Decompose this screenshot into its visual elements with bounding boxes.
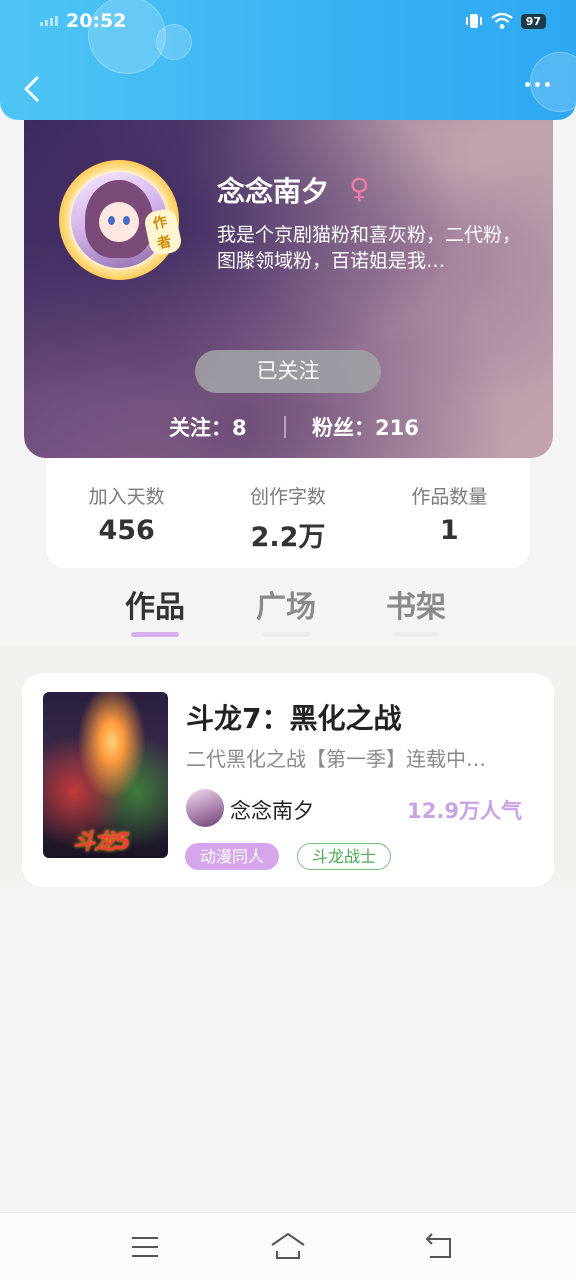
stat-label: 创作字数 — [249, 486, 326, 508]
book-author[interactable]: 念念南夕 — [230, 795, 314, 825]
stat-works-count: 作品数量 1 — [369, 458, 530, 568]
menu-icon[interactable] — [127, 1229, 163, 1265]
status-bar: 20:52 97 — [0, 0, 576, 44]
tab-indicator — [392, 632, 440, 637]
stat-label: 作品数量 — [411, 486, 488, 508]
status-time: 20:52 — [66, 10, 127, 32]
author-avatar[interactable] — [186, 789, 224, 827]
book-cover[interactable]: 斗龙5 — [43, 692, 168, 858]
avatar-frame: 作者 — [59, 160, 184, 280]
popularity-count: 12.9万人气 — [407, 799, 522, 823]
stat-value: 456 — [98, 515, 155, 546]
back-nav-icon[interactable] — [422, 1229, 458, 1265]
stat-join-days: 加入天数 456 — [46, 458, 207, 568]
stat-value: 1 — [439, 515, 459, 546]
works-list: 斗龙5 斗龙7：黑化之战 二代黑化之战【第一季】连载中… 念念南夕 12.9万人… — [0, 646, 576, 887]
signal-icon — [40, 16, 58, 26]
profile-bio: 我是个京剧猫粉和喜灰粉，二代粉，图滕领域粉，百诺姐是我… — [217, 224, 522, 272]
battery-indicator: 97 — [520, 13, 546, 29]
following-count[interactable]: 关注：8 — [169, 412, 247, 442]
stat-word-count: 创作字数 2.2万 — [207, 458, 368, 568]
book-description: 二代黑化之战【第一季】连载中… — [186, 747, 486, 771]
tab-label: 作品 — [125, 590, 185, 625]
home-icon[interactable] — [270, 1229, 306, 1265]
system-nav-bar — [0, 1212, 576, 1280]
tag-anime-fanfic[interactable]: 动漫同人 — [185, 843, 280, 870]
stat-value: 2.2万 — [250, 522, 326, 553]
tab-indicator — [262, 632, 310, 637]
tab-bookshelf[interactable]: 书架 — [386, 582, 446, 637]
tag-dragon-warrior[interactable]: 斗龙战士 — [297, 843, 392, 870]
tab-bar: 作品 广场 书架 — [0, 580, 576, 646]
tab-square[interactable]: 广场 — [256, 582, 316, 637]
book-card[interactable]: 斗龙5 斗龙7：黑化之战 二代黑化之战【第一季】连载中… 念念南夕 12.9万人… — [22, 673, 554, 887]
tab-label: 广场 — [256, 590, 316, 625]
stat-label: 加入天数 — [88, 486, 165, 508]
tab-works[interactable]: 作品 — [125, 582, 185, 637]
book-title[interactable]: 斗龙7：黑化之战 — [186, 697, 401, 737]
fans-count[interactable]: 粉丝：216 — [312, 412, 419, 442]
stats-panel: 加入天数 456 创作字数 2.2万 作品数量 1 — [46, 458, 530, 568]
chevron-left-icon[interactable] — [18, 74, 48, 104]
female-icon: ♀ — [349, 172, 370, 205]
top-header: 20:52 97 — [0, 0, 576, 120]
cover-logo: 斗龙5 — [73, 830, 130, 855]
tab-indicator — [131, 632, 179, 637]
profile-card: 作者 念念南夕 ♀ 我是个京剧猫粉和喜灰粉，二代粉，图滕领域粉，百诺姐是我… 已… — [24, 120, 553, 458]
tab-label: 书架 — [386, 590, 446, 625]
follow-button[interactable]: 已关注 — [195, 350, 381, 393]
more-dots-icon[interactable] — [525, 82, 550, 87]
profile-username: 念念南夕 — [217, 175, 330, 208]
wifi-icon — [490, 12, 513, 29]
vibrate-icon — [465, 14, 482, 28]
divider — [284, 416, 286, 438]
